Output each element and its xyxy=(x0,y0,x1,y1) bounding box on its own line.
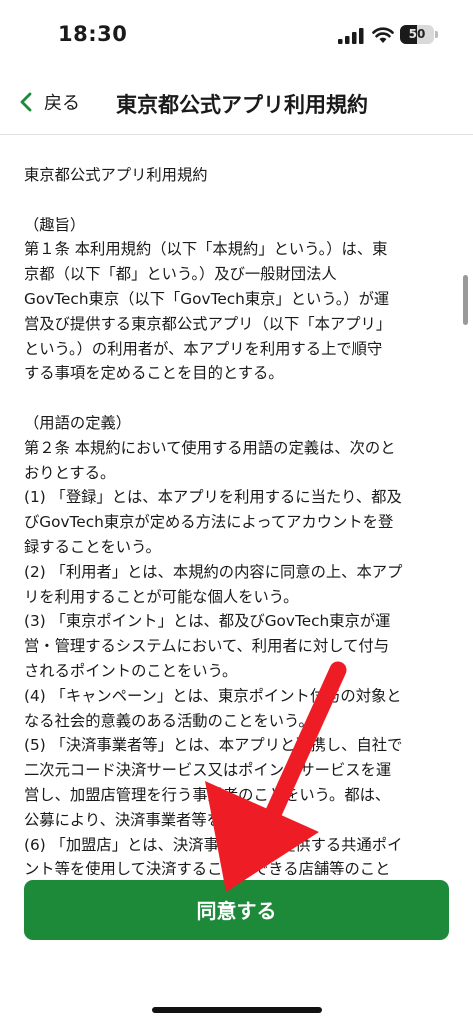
terms-line: GovTech東京（以下「GovTech東京」という。）が運 xyxy=(24,289,390,308)
navigation-bar: 戻る 東京都公式アプリ利用規約 xyxy=(0,70,473,135)
section-caption: （用語の定義） xyxy=(24,413,132,432)
terms-line: (3) 「東京ポイント」とは、都及びGovTech東京が運 xyxy=(24,612,391,631)
terms-line: 録することをいう。 xyxy=(24,537,161,556)
back-button[interactable]: 戻る xyxy=(16,84,80,120)
battery-percent: 50 xyxy=(408,27,426,41)
battery-icon: 50 xyxy=(400,25,434,44)
chevron-left-icon xyxy=(20,92,32,112)
battery-nub xyxy=(435,31,438,38)
terms-line: (2) 「利用者」とは、本規約の内容に同意の上、本アプ xyxy=(24,562,403,581)
terms-line: ント等を使用して決済することができる店舗等のこと xyxy=(24,860,391,875)
terms-line: 第１条 本利用規約（以下「本規約」という。）は、東 xyxy=(24,240,388,259)
page-title: 東京都公式アプリ利用規約 xyxy=(116,93,368,117)
cellular-signal-icon xyxy=(338,28,364,44)
terms-line: 営し、加盟店管理を行う事業者のことをいう。都は、 xyxy=(24,785,391,804)
terms-line: (6) 「加盟店」とは、決済事業者等が提供する共通ポイ xyxy=(24,835,403,854)
terms-line: 二次元コード決済サービス又はポイントサービスを運 xyxy=(24,761,392,780)
terms-line: リを利用することが可能な個人をいう。 xyxy=(24,587,299,606)
agree-button[interactable]: 同意する xyxy=(24,880,449,940)
terms-line: 営・管理するシステムにおいて、利用者に対して付与 xyxy=(24,637,389,656)
status-bar: 18:30 50 xyxy=(0,0,473,70)
terms-line: おりとする。 xyxy=(24,463,116,482)
terms-line: する事項を定めることを目的とする。 xyxy=(24,364,284,383)
section-caption: （趣旨） xyxy=(24,215,86,234)
terms-heading: 東京都公式アプリ利用規約 xyxy=(24,166,208,184)
terms-scroll-area[interactable]: 東京都公式アプリ利用規約 （趣旨） 第１条 本利用規約（以下「本規約」という。）… xyxy=(0,135,473,875)
terms-line: 第２条 本規約において使用する用語の定義は、次のと xyxy=(24,438,396,457)
terms-line: という。）の利用者が、本アプリを利用する上で順守 xyxy=(24,339,383,358)
terms-line: 営及び提供する東京都公式アプリ（以下「本アプリ」 xyxy=(24,314,392,333)
status-time: 18:30 xyxy=(58,22,128,46)
terms-line: 京都（以下「都」という。）及び一般財団法人 xyxy=(24,265,337,284)
terms-line: されるポイントのことをいう。 xyxy=(24,661,238,680)
scrollbar-thumb[interactable] xyxy=(463,275,468,325)
wifi-icon xyxy=(372,27,394,43)
terms-body: 東京都公式アプリ利用規約 （趣旨） 第１条 本利用規約（以下「本規約」という。）… xyxy=(24,163,444,875)
terms-line: (5) 「決済事業者等」とは、本アプリと連携し、自社で xyxy=(24,736,403,755)
terms-line: 公募により、決済事業者等を決定する。 xyxy=(24,810,299,829)
terms-line: (4) 「キャンペーン」とは、東京ポイント付与の対象と xyxy=(24,686,402,705)
home-indicator xyxy=(152,1007,322,1013)
terms-line: (1) 「登録」とは、本アプリを利用するに当たり、都及 xyxy=(24,488,402,507)
terms-line: なる社会的意義のある活動のことをいう。 xyxy=(24,711,314,730)
terms-line: びGovTech東京が定める方法によってアカウントを登 xyxy=(24,513,394,532)
back-label: 戻る xyxy=(44,93,80,114)
